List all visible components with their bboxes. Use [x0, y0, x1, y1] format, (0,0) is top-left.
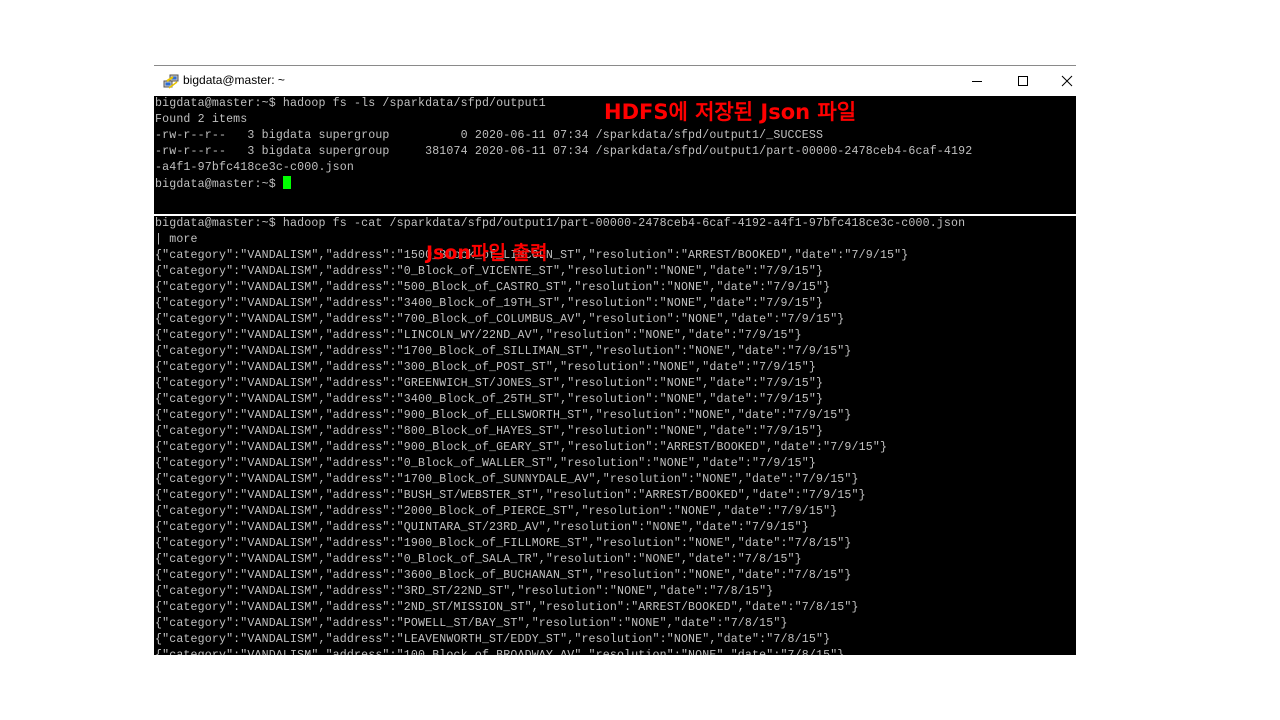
json-record-line: {"category":"VANDALISM","address":"LEAVE…: [155, 633, 831, 646]
json-record-line: {"category":"VANDALISM","address":"500_B…: [155, 281, 831, 294]
text-cursor: [282, 176, 291, 189]
annotation-hdfs-json: HDFS에 저장된 Json 파일: [604, 100, 857, 124]
json-record-line: {"category":"VANDALISM","address":"0_Blo…: [155, 553, 802, 566]
json-record-line: {"category":"VANDALISM","address":"POWEL…: [155, 617, 788, 630]
terminal-line: Found 2 items: [155, 113, 248, 126]
minimize-icon: [972, 81, 982, 82]
json-record-line: {"category":"VANDALISM","address":"700_B…: [155, 313, 845, 326]
json-record-line: {"category":"VANDALISM","address":"1700_…: [155, 473, 859, 486]
window-title: bigdata@master: ~: [183, 73, 285, 87]
close-icon: [1061, 75, 1073, 87]
terminal-line: -rw-r--r-- 3 bigdata supergroup 381074 2…: [155, 145, 973, 158]
json-record-line: {"category":"VANDALISM","address":"0_Blo…: [155, 265, 824, 278]
terminal-window: bigdata@master: ~ bigdata@master:~$ hado…: [154, 65, 1076, 655]
json-record-line: {"category":"VANDALISM","address":"1900_…: [155, 537, 852, 550]
terminal-line: bigdata@master:~$ hadoop fs -cat /sparkd…: [155, 217, 966, 230]
terminal-line: bigdata@master:~$ hadoop fs -ls /sparkda…: [155, 97, 546, 110]
terminal-pane-top[interactable]: bigdata@master:~$ hadoop fs -ls /sparkda…: [154, 96, 1076, 214]
json-record-line: {"category":"VANDALISM","address":"BUSH_…: [155, 489, 866, 502]
maximize-icon: [1018, 76, 1028, 86]
title-bar[interactable]: bigdata@master: ~: [154, 66, 1076, 96]
json-record-line: {"category":"VANDALISM","address":"3400_…: [155, 297, 824, 310]
json-record-line: {"category":"VANDALISM","address":"2000_…: [155, 505, 838, 518]
json-record-line: {"category":"VANDALISM","address":"2ND_S…: [155, 601, 859, 614]
annotation-json-output: Json파일 출력: [426, 242, 548, 264]
prompt: bigdata@master:~$: [155, 178, 283, 191]
putty-icon[interactable]: [163, 73, 180, 89]
json-record-line: {"category":"VANDALISM","address":"900_B…: [155, 441, 888, 454]
json-record-line: {"category":"VANDALISM","address":"1700_…: [155, 345, 852, 358]
terminal-pane-bottom[interactable]: bigdata@master:~$ hadoop fs -cat /sparkd…: [154, 216, 1076, 655]
terminal-line: | more: [155, 233, 198, 246]
json-record-line: {"category":"VANDALISM","address":"3600_…: [155, 569, 852, 582]
prompt-line[interactable]: bigdata@master:~$: [155, 176, 291, 192]
json-record-line: {"category":"VANDALISM","address":"0_Blo…: [155, 457, 816, 470]
json-record-line: {"category":"VANDALISM","address":"QUINT…: [155, 521, 809, 534]
terminal-line: -a4f1-97bfc418ce3c-c000.json: [155, 161, 355, 174]
minimize-button[interactable]: [954, 66, 1000, 96]
close-button[interactable]: [1044, 66, 1090, 96]
terminal-line: -rw-r--r-- 3 bigdata supergroup 0 2020-0…: [155, 129, 824, 142]
json-record-line: {"category":"VANDALISM","address":"900_B…: [155, 409, 852, 422]
json-record-line: {"category":"VANDALISM","address":"3RD_S…: [155, 585, 774, 598]
json-record-line: {"category":"VANDALISM","address":"800_B…: [155, 425, 824, 438]
json-record-line: {"category":"VANDALISM","address":"100_B…: [155, 648, 844, 655]
json-record-line: {"category":"VANDALISM","address":"3400_…: [155, 393, 824, 406]
json-record-line: {"category":"VANDALISM","address":"GREEN…: [155, 377, 824, 390]
json-record-line: {"category":"VANDALISM","address":"LINCO…: [155, 329, 802, 342]
json-record-line: {"category":"VANDALISM","address":"300_B…: [155, 361, 816, 374]
maximize-button[interactable]: [1000, 66, 1046, 96]
